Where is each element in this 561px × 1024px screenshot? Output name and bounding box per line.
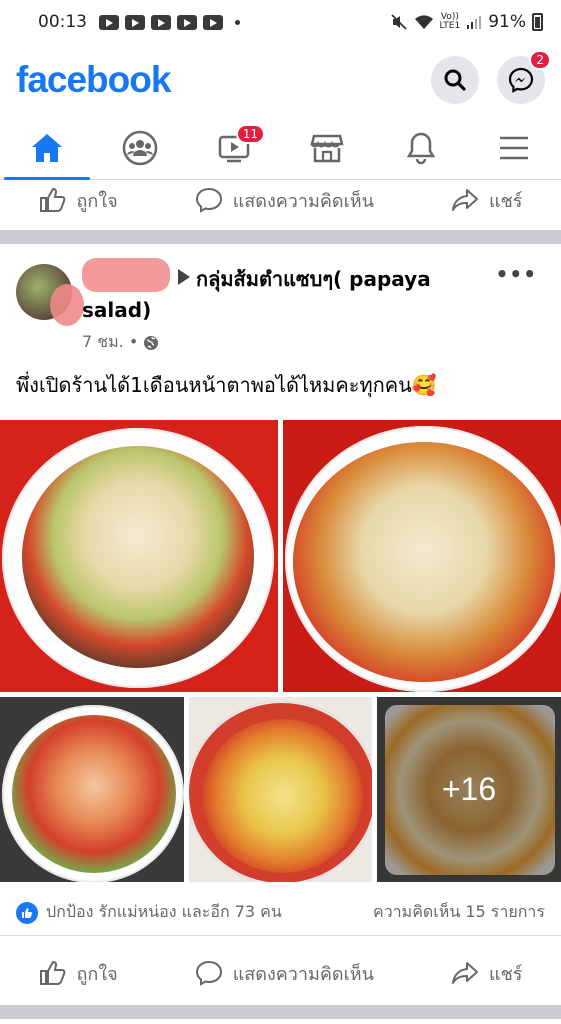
- reactions-bar: ปกป้อง รักแม่หน่อง และอีก 73 คน ความคิดเ…: [0, 890, 561, 936]
- status-bar: 00:13 Vo)) LTE1 91%: [0, 0, 561, 44]
- menu-icon: [500, 136, 529, 159]
- volte-indicator: Vo)) LTE1: [439, 12, 461, 31]
- tab-watch[interactable]: 11: [187, 116, 281, 179]
- feed-divider: [0, 230, 561, 244]
- photo-2[interactable]: [283, 420, 561, 692]
- post-actions: ถูกใจ แสดงความคิดเห็น แชร์: [0, 947, 561, 999]
- comment-icon: [195, 960, 222, 986]
- like-icon: [39, 960, 65, 985]
- more-photos-overlay[interactable]: +16: [377, 697, 561, 882]
- marketplace-icon: [310, 134, 344, 162]
- battery-percent: 91%: [488, 12, 526, 32]
- like-reaction-icon: [16, 901, 38, 924]
- share-icon: [451, 962, 478, 984]
- reactions-summary[interactable]: ปกป้อง รักแม่หน่อง และอีก 73 คน: [46, 900, 282, 925]
- avatar-redaction: [50, 284, 84, 326]
- more-notifications-dot: [235, 19, 240, 25]
- more-options-button[interactable]: •••: [496, 262, 537, 286]
- youtube-notification-icon: [177, 14, 197, 30]
- messenger-button[interactable]: 2: [497, 50, 551, 104]
- comment-icon: [195, 187, 222, 213]
- photo-5[interactable]: +16: [377, 697, 561, 882]
- group-name[interactable]: กลุ่มส้มตำแซบๆ( papaya salad): [82, 267, 431, 322]
- search-button[interactable]: [431, 56, 479, 104]
- wifi-icon: [414, 15, 433, 29]
- post-header: กลุ่มส้มตำแซบๆ( papaya salad) 7 ชม. • ••…: [0, 258, 561, 358]
- home-icon: [31, 133, 62, 162]
- messenger-icon: [508, 67, 534, 93]
- post-time[interactable]: 7 ชม. •: [82, 330, 138, 355]
- feed-divider: [0, 1005, 561, 1019]
- like-button[interactable]: ถูกใจ: [39, 959, 118, 988]
- youtube-notification-icon: [151, 14, 171, 30]
- share-icon: [451, 189, 478, 211]
- bell-icon: [406, 132, 435, 164]
- post-meta: 7 ชม. •: [82, 330, 159, 355]
- youtube-notification-icon: [125, 14, 145, 30]
- post-text: พึ่งเปิดร้านได้1เดือนหน้าตาพอได้ไหมคะทุก…: [16, 373, 437, 397]
- like-button[interactable]: ถูกใจ: [39, 186, 118, 215]
- photo-3[interactable]: [0, 697, 184, 882]
- youtube-notification-icon: [203, 14, 223, 30]
- comments-count[interactable]: ความคิดเห็น 15 รายการ: [373, 900, 545, 925]
- watch-badge: 11: [235, 124, 266, 144]
- youtube-notification-icon: [99, 14, 119, 30]
- status-time: 00:13: [38, 12, 87, 32]
- post-title[interactable]: กลุ่มส้มตำแซบๆ( papaya salad): [82, 264, 492, 326]
- share-button[interactable]: แชร์: [451, 186, 522, 215]
- mute-icon: [390, 14, 407, 30]
- tab-groups[interactable]: [94, 116, 188, 179]
- globe-icon: [144, 335, 159, 350]
- previous-post-actions: ถูกใจ แสดงความคิดเห็น แชร์: [0, 174, 561, 226]
- comment-button[interactable]: แสดงความคิดเห็น: [195, 959, 374, 988]
- facebook-logo[interactable]: facebook: [16, 59, 171, 101]
- groups-icon: [123, 130, 158, 165]
- arrow-right-icon: [178, 269, 190, 285]
- tab-home[interactable]: [0, 116, 94, 180]
- signal-icon: [467, 16, 482, 29]
- main-nav: 11: [0, 116, 561, 180]
- app-header: facebook 2: [0, 44, 561, 116]
- battery-icon: [532, 13, 543, 31]
- photo-1[interactable]: [0, 420, 278, 692]
- comment-button[interactable]: แสดงความคิดเห็น: [195, 186, 374, 215]
- tab-notifications[interactable]: [374, 116, 468, 179]
- messenger-badge: 2: [529, 50, 551, 70]
- share-button[interactable]: แชร์: [451, 959, 522, 988]
- like-icon: [39, 187, 65, 212]
- tab-marketplace[interactable]: [281, 116, 375, 179]
- photo-4[interactable]: [189, 697, 372, 882]
- tab-menu[interactable]: [468, 116, 561, 179]
- search-icon: [444, 69, 466, 91]
